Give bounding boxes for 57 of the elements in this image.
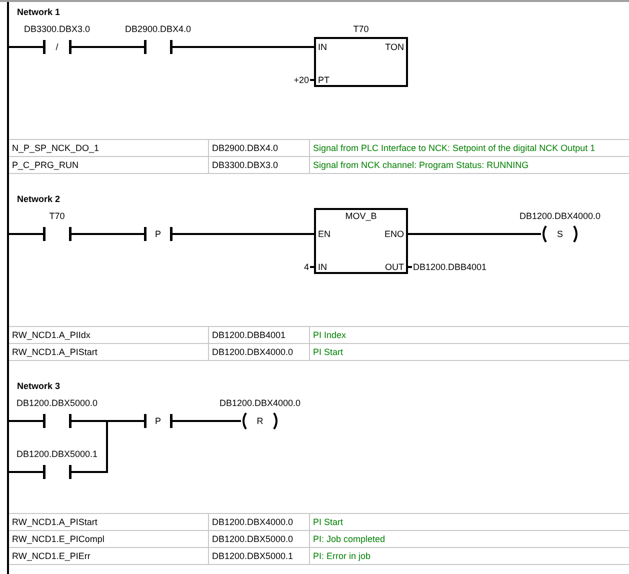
branch-wire (106, 420, 108, 473)
pin-wire (407, 266, 412, 268)
network-title: Network 2 (16, 193, 62, 205)
address-label: DB1200.DBX4000.0 (519, 211, 601, 221)
pin-wire (310, 79, 315, 81)
pin-label: EN (318, 229, 331, 239)
pin-wire (310, 266, 315, 268)
address-cell: DB2900.DBX4.0 (209, 140, 310, 157)
symbol-cell: P_C_PRG_RUN (9, 157, 209, 174)
symbol-cell: RW_NCD1.E_PIErr (9, 548, 209, 565)
comment-cell: Signal from NCK channel: Program Status: RUNNING (310, 157, 629, 174)
network-title: Network 3 (16, 380, 62, 392)
contact-symbol (43, 465, 72, 479)
symbol-cell: RW_NCD1.A_PIIdx (9, 327, 209, 344)
contact-symbol (43, 414, 72, 428)
pin-value: DB1200.DBB4001 (413, 262, 487, 272)
pin-label: PT (318, 75, 330, 85)
address-cell: DB3300.DBX3.0 (209, 157, 310, 174)
rung-wire (9, 233, 44, 235)
timer-label: T70 (353, 24, 369, 34)
contact-symbol (43, 227, 72, 241)
symbol-cell: RW_NCD1.A_PIStart (9, 514, 209, 531)
pin-label: IN (318, 42, 327, 52)
address-cell: DB1200.DBX5000.1 (209, 548, 310, 565)
address-cell: DB1200.DBB4001 (209, 327, 310, 344)
network-title: Network 1 (16, 6, 62, 18)
rung-wire (70, 471, 108, 473)
symbol-cell: N_P_SP_NCK_DO_1 (9, 140, 209, 157)
rung-wire (9, 471, 44, 473)
comment-cell: Signal from PLC Interface to NCK: Setpoint of the digital NCK Output 1 (310, 140, 629, 157)
rung-wire (9, 46, 44, 48)
comment-cell: PI Index (310, 327, 629, 344)
address-label: DB2900.DBX4.0 (124, 24, 192, 34)
comment-cell: PI Start (310, 344, 629, 361)
symbol-cell: RW_NCD1.A_PIStart (9, 344, 209, 361)
address-cell: DB1200.DBX4000.0 (209, 344, 310, 361)
address-label: DB1200.DBX4000.0 (219, 398, 301, 408)
pin-label: IN (318, 262, 327, 272)
address-label: DB3300.DBX3.0 (24, 24, 90, 34)
pin-value: +20 (294, 75, 309, 85)
pin-label: ENO (384, 229, 404, 239)
block-type: TON (385, 42, 404, 52)
block-type: MOV_B (345, 211, 377, 221)
address-label: DB1200.DBX5000.0 (16, 398, 98, 408)
comment-cell: PI: Error in job (310, 548, 629, 565)
contact-symbol (144, 40, 172, 54)
pin-label: OUT (385, 262, 404, 272)
comment-cell: PI: Job completed (310, 531, 629, 548)
address-cell: DB1200.DBX5000.0 (209, 531, 310, 548)
address-label: T70 (49, 211, 65, 221)
rung-wire (9, 420, 44, 422)
address-cell: DB1200.DBX4000.0 (209, 514, 310, 531)
comment-cell: PI Start (310, 514, 629, 531)
rung-wire (171, 420, 241, 422)
symbol-cell: RW_NCD1.E_PICompl (9, 531, 209, 548)
pin-value: 4 (304, 262, 309, 272)
address-label: DB1200.DBX5000.1 (16, 449, 98, 459)
